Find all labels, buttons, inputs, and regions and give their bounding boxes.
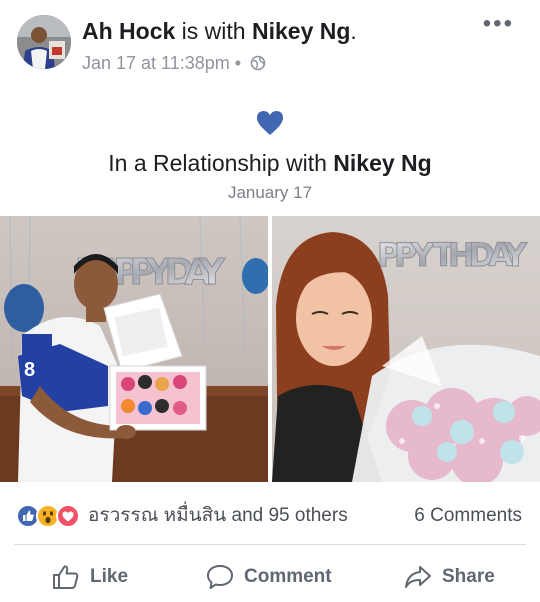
photo-man-with-cake[interactable]: HAPPY DAY 8 [0, 216, 268, 482]
balloon-letters-right: PPY THDAY [377, 236, 528, 274]
comment-button[interactable]: Comment [206, 558, 332, 596]
feed-post: Ah Hock is with Nikey Ng. Jan 17 at 11:3… [0, 0, 540, 602]
wow-reaction-icon [36, 504, 60, 528]
author-line: Ah Hock is with Nikey Ng. [82, 16, 357, 46]
avatar[interactable] [17, 15, 71, 69]
meta-separator: • [229, 53, 247, 73]
photo-woman-with-flowers[interactable]: PPY THDAY [272, 216, 540, 482]
share-arrow-icon [405, 566, 431, 588]
period: . [350, 18, 357, 44]
event-partner-name[interactable]: Nikey Ng [333, 150, 431, 176]
post-header: Ah Hock is with Nikey Ng. Jan 17 at 11:3… [0, 0, 540, 86]
shirt-number: 8 [24, 359, 35, 381]
comment-icon [207, 565, 233, 589]
share-label: Share [442, 566, 495, 587]
like-label: Like [90, 566, 129, 587]
timestamp[interactable]: Jan 17 at 11:38pm [82, 53, 230, 73]
event-title: In a Relationship with Nikey Ng [0, 148, 540, 178]
love-reaction-icon [56, 504, 80, 528]
globe-icon[interactable] [250, 53, 266, 77]
like-reaction-icon [16, 504, 40, 528]
reactions-bar: อรวรรณ หมื่นสิน and 95 others 6 Comments [0, 494, 540, 538]
heart-icon [257, 111, 283, 135]
comments-count[interactable]: 6 Comments [414, 503, 522, 529]
like-button[interactable]: Like [52, 558, 128, 596]
share-button[interactable]: Share [404, 558, 495, 596]
reaction-icons[interactable] [16, 504, 82, 528]
comment-label: Comment [244, 566, 332, 587]
event-title-prefix: In a Relationship with [108, 150, 334, 176]
action-bar: Like Comment Share [0, 550, 540, 602]
with-text: is with [175, 18, 252, 44]
post-meta: Jan 17 at 11:38pm • [82, 51, 266, 77]
divider [14, 544, 526, 545]
author-name[interactable]: Ah Hock [82, 18, 175, 44]
more-options-button[interactable]: ••• [483, 12, 514, 36]
life-event: In a Relationship with Nikey Ng January … [0, 100, 540, 212]
event-date: January 17 [227, 183, 313, 202]
tagged-name[interactable]: Nikey Ng [252, 18, 350, 44]
reaction-summary[interactable]: อรวรรณ หมื่นสิน and 95 others [88, 503, 348, 529]
thumbs-up-icon [53, 565, 79, 589]
